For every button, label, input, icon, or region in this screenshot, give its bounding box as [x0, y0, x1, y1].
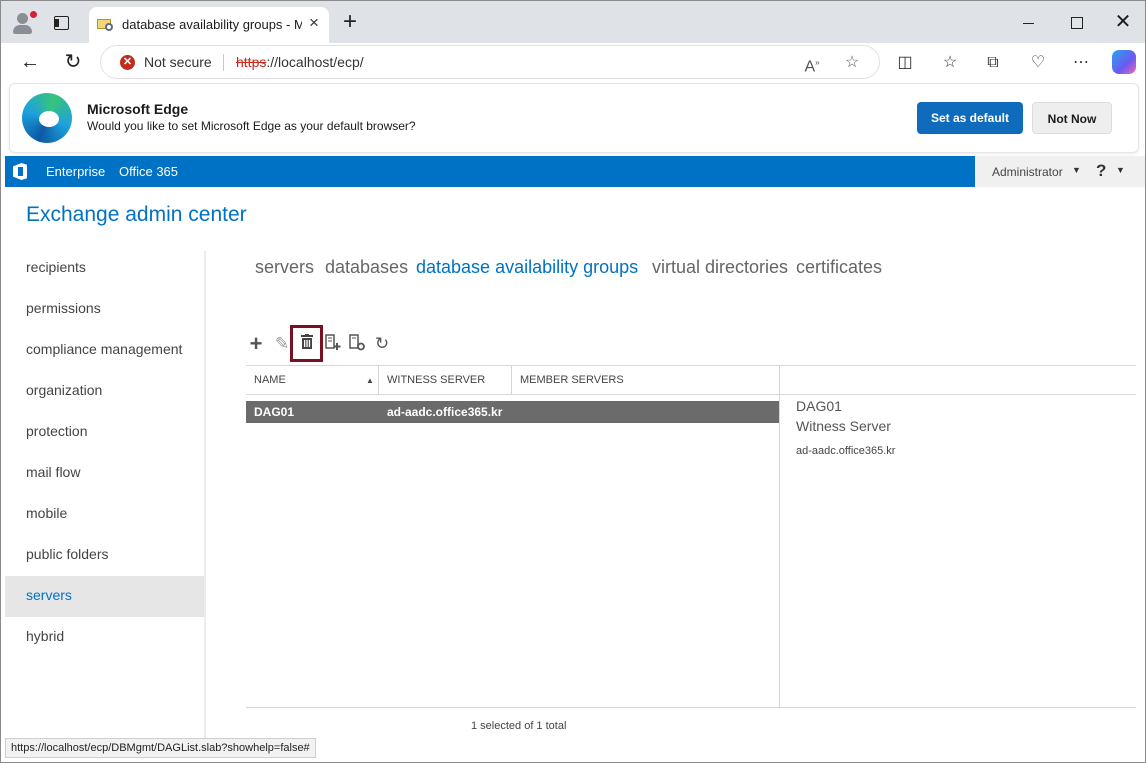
leftnav-item-compliance-management[interactable]: compliance management	[5, 330, 205, 371]
tab-databases[interactable]: databases	[325, 257, 408, 278]
help-icon[interactable]: ?	[1096, 161, 1106, 181]
user-area: Administrator ▼ ? ▼	[975, 156, 1145, 187]
page-title: Exchange admin center	[26, 203, 247, 226]
leftnav-item-hybrid[interactable]: hybrid	[5, 617, 205, 658]
refresh-icon[interactable]: ↻	[372, 334, 392, 354]
security-label[interactable]: Not secure	[144, 54, 212, 70]
profile-avatar-icon[interactable]	[11, 11, 37, 35]
url-path: ://localhost/ecp/	[266, 54, 364, 70]
url-text[interactable]: https://localhost/ecp/	[236, 54, 364, 70]
split-screen-icon[interactable]: ◫	[894, 52, 916, 74]
selection-count: 1 selected of 1 total	[471, 720, 567, 732]
status-url-tooltip: https://localhost/ecp/DBMgmt/DAGList.sla…	[5, 738, 316, 758]
tab-strip: database availability groups - Mic × + ✕	[1, 1, 1145, 43]
favorites-icon[interactable]: ☆	[939, 52, 961, 74]
tab-title: database availability groups - Mic	[122, 17, 302, 32]
column-header-witness-server[interactable]: WITNESS SERVER	[379, 366, 512, 395]
new-tab-icon[interactable]: +	[339, 10, 361, 34]
edge-logo-icon	[22, 93, 72, 143]
user-chevron-down-icon[interactable]: ▼	[1072, 165, 1081, 175]
leftnav-item-mail-flow[interactable]: mail flow	[5, 453, 205, 494]
details-witness-label: Witness Server	[796, 418, 891, 434]
sort-ascending-icon: ▲	[366, 376, 374, 385]
tab-close-icon[interactable]: ×	[305, 14, 323, 32]
copilot-icon[interactable]	[1112, 50, 1136, 74]
delete-icon[interactable]	[297, 334, 317, 354]
favorite-star-icon[interactable]: ☆	[842, 53, 862, 73]
column-header-name[interactable]: NAME ▲	[246, 366, 379, 395]
browser-tab[interactable]: database availability groups - Mic ×	[89, 7, 329, 43]
details-name: DAG01	[796, 398, 842, 414]
row-witness-server: ad-aadc.office365.kr	[387, 405, 503, 419]
manage-network-icon[interactable]	[347, 334, 367, 354]
reload-icon[interactable]: ↻	[60, 49, 86, 75]
leftnav-item-permissions[interactable]: permissions	[5, 289, 205, 330]
tab-actions-icon[interactable]	[54, 16, 69, 30]
left-nav: recipients permissions compliance manage…	[5, 248, 205, 658]
add-icon[interactable]: +	[246, 333, 266, 355]
browser-essentials-icon[interactable]: ♡	[1027, 52, 1049, 74]
details-witness-value: ad-aadc.office365.kr	[796, 445, 896, 457]
details-header	[780, 365, 1136, 395]
leftnav-item-mobile[interactable]: mobile	[5, 494, 205, 535]
tab-certificates[interactable]: certificates	[796, 257, 882, 278]
leftnav-item-recipients[interactable]: recipients	[5, 248, 205, 289]
not-now-button[interactable]: Not Now	[1032, 102, 1112, 134]
leftnav-divider	[204, 251, 206, 741]
tab-servers[interactable]: servers	[255, 257, 314, 278]
leftnav-item-protection[interactable]: protection	[5, 412, 205, 453]
read-aloud-icon[interactable]: A»	[802, 53, 822, 75]
tab-database-availability-groups[interactable]: database availability groups	[416, 257, 638, 278]
maximize-icon[interactable]	[1067, 13, 1087, 33]
office-logo-icon[interactable]	[13, 163, 27, 180]
table-row[interactable]: DAG01 ad-aadc.office365.kr	[246, 401, 780, 423]
user-menu[interactable]: Administrator	[992, 165, 1063, 179]
not-secure-icon[interactable]: ✕	[120, 55, 135, 70]
window-close-icon[interactable]: ✕	[1113, 12, 1133, 33]
address-bar[interactable]: ✕ Not secure https://localhost/ecp/ A» ☆	[101, 46, 879, 78]
details-divider	[779, 365, 780, 707]
leftnav-item-organization[interactable]: organization	[5, 371, 205, 412]
column-header-name-label: NAME	[254, 374, 286, 386]
leftnav-item-public-folders[interactable]: public folders	[5, 535, 205, 576]
infobar-message: Would you like to set Microsoft Edge as …	[87, 119, 416, 133]
list-footer-line	[246, 707, 1136, 708]
tab-virtual-directories[interactable]: virtual directories	[652, 257, 788, 278]
leftnav-item-servers[interactable]: servers	[5, 576, 205, 617]
minimize-icon[interactable]	[1019, 13, 1039, 33]
eac-top-nav: Enterprise Office 365	[5, 156, 975, 187]
help-chevron-down-icon[interactable]: ▼	[1116, 165, 1125, 175]
infobar-title: Microsoft Edge	[87, 101, 189, 117]
settings-more-icon[interactable]: ⋯	[1070, 52, 1092, 74]
row-name: DAG01	[254, 405, 295, 419]
back-icon[interactable]: ←	[17, 49, 43, 75]
address-bar-row: ← ↻ ✕ Not secure https://localhost/ecp/ …	[1, 43, 1145, 81]
column-header-member-servers[interactable]: MEMBER SERVERS	[512, 366, 780, 395]
collections-icon[interactable]: ⧉	[982, 52, 1004, 74]
list-header: NAME ▲ WITNESS SERVER MEMBER SERVERS	[246, 365, 780, 395]
browser-window: database availability groups - Mic × + ✕…	[0, 0, 1146, 763]
nav-office365[interactable]: Office 365	[119, 164, 178, 179]
url-scheme: https	[236, 54, 267, 70]
edit-icon[interactable]: ✎	[272, 334, 292, 354]
ecp-favicon-icon	[97, 17, 113, 31]
address-separator	[223, 54, 224, 71]
set-as-default-button[interactable]: Set as default	[917, 102, 1023, 134]
default-browser-infobar: Microsoft Edge Would you like to set Mic…	[9, 83, 1139, 153]
add-server-icon[interactable]	[323, 334, 343, 354]
nav-enterprise[interactable]: Enterprise	[46, 164, 105, 179]
